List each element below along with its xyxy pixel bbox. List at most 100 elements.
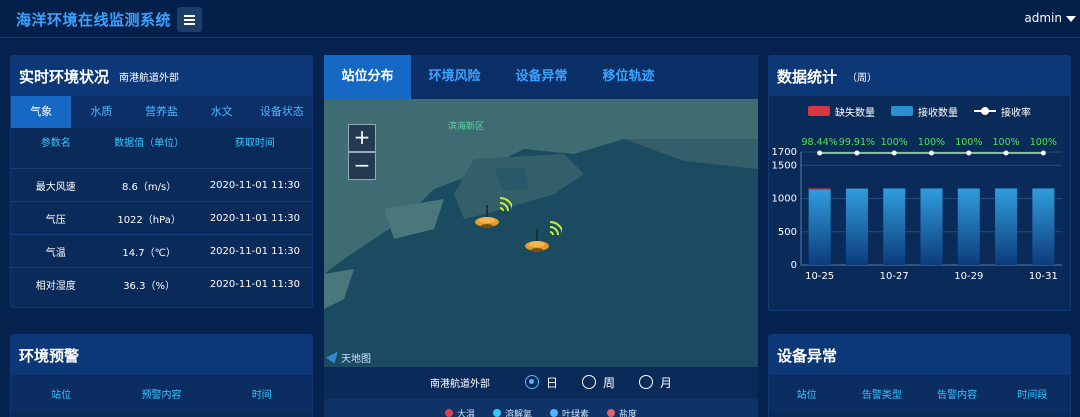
y-tick-label: 1500 xyxy=(772,160,797,171)
tab-2[interactable]: 营养盐 xyxy=(131,96,191,128)
legend-label: 溶解氧 xyxy=(504,409,532,417)
tab-0[interactable]: 气象 xyxy=(11,96,72,128)
tab-0[interactable]: 站位分布 xyxy=(324,55,411,99)
hamburger-icon-line xyxy=(184,15,195,17)
panel-header: 环境预警 xyxy=(11,335,312,375)
bar-missing xyxy=(808,188,831,190)
radio-icon xyxy=(525,375,539,389)
param-value: 14.7（℃） xyxy=(122,247,176,259)
data-stats-panel: 数据统计 （周） 缺失数量 接收数量 接收率 0 500 1000 1500 1700 9… xyxy=(768,55,1071,311)
radio-icon xyxy=(582,375,597,389)
station-name: 南港航道外部 xyxy=(119,72,180,84)
scroll-gap xyxy=(11,154,312,168)
zoom-in-button[interactable]: + xyxy=(348,124,376,152)
legend-label: 叶绿素 xyxy=(562,409,590,417)
env-tabs: 气象 水质 营养盐 水文 设备状态 xyxy=(11,96,312,128)
param-time: 2020-11-01 11:30 xyxy=(209,245,300,257)
time-range-option[interactable]: 日 xyxy=(525,374,558,391)
bar-received xyxy=(995,188,1018,265)
app-title: 海洋环境在线监测系统 xyxy=(16,11,172,29)
legend-line-swatch xyxy=(974,106,996,116)
panel-subtitle: （周） xyxy=(847,72,878,84)
rate-point xyxy=(1040,150,1046,156)
legend-swatch xyxy=(891,106,913,116)
rate-data-label: 100% xyxy=(881,137,908,148)
rate-point xyxy=(1003,150,1009,156)
panel-header: 实时环境状况 南港航道外部 xyxy=(11,56,312,96)
station-name: 南港航道外部 xyxy=(430,378,490,390)
buoy-marker[interactable] xyxy=(522,219,562,259)
rate-data-label: 98.44% xyxy=(802,137,838,148)
top-bar: 海洋环境在线监测系统 admin xyxy=(0,0,1080,38)
legend-item[interactable]: 叶绿素 xyxy=(550,399,589,417)
tab-3[interactable]: 水文 xyxy=(192,96,252,128)
panel-title: 数据统计 xyxy=(777,67,838,86)
rate-point xyxy=(929,150,934,156)
legend-label: 缺失数量 xyxy=(835,107,875,119)
table-row: 气温 14.7（℃） 2020-11-01 11:30 xyxy=(11,234,312,267)
legend-label: 接收率 xyxy=(1001,107,1031,119)
y-tick-label: 1000 xyxy=(772,194,797,205)
x-tick-label: 10-25 xyxy=(805,271,834,282)
legend-item-received[interactable]: 接收数量 xyxy=(891,104,958,119)
param-value: 1022（hPa） xyxy=(117,214,181,226)
user-menu[interactable]: admin xyxy=(1024,11,1076,25)
hamburger-icon-line xyxy=(184,23,195,25)
panel-header: 设备异常 xyxy=(769,335,1070,375)
tab-3[interactable]: 移位轨迹 xyxy=(585,55,672,99)
realtime-env-panel: 实时环境状况 南港航道外部 气象 水质 营养盐 水文 设备状态 参数名 数据值（单位） … xyxy=(10,55,313,308)
param-name: 气压 xyxy=(45,214,66,226)
panel-title: 环境预警 xyxy=(19,346,80,365)
map-provider-name: 天地图 xyxy=(341,354,371,365)
tab-1[interactable]: 环境风险 xyxy=(411,55,498,99)
legend-dot xyxy=(492,409,501,417)
env-table-body: 最大风速 8.6（m/s） 2020-11-01 11:30 气压 1022（hPa） 2… xyxy=(11,168,312,300)
rate-point xyxy=(854,150,860,156)
table-header: 站位 告警类型 告警内容 时间段 xyxy=(769,375,1070,411)
bar-received xyxy=(845,188,868,265)
table-row: 最大风速 8.6（m/s） 2020-11-01 11:30 xyxy=(11,168,312,201)
map-view[interactable]: 滨海新区 + − 天地图 xyxy=(324,99,758,367)
legend-label: 接收数量 xyxy=(918,107,958,119)
time-range-option[interactable]: 月 xyxy=(639,374,672,391)
panel-header: 数据统计 （周） xyxy=(769,56,1070,96)
menu-toggle-button[interactable] xyxy=(177,7,202,32)
y-tick-label: 500 xyxy=(778,227,797,238)
column-header: 预警内容 xyxy=(141,389,182,401)
tab-2[interactable]: 设备异常 xyxy=(498,55,585,99)
param-time: 2020-11-01 11:30 xyxy=(209,278,300,290)
rate-point xyxy=(966,150,972,156)
radio-label: 日 xyxy=(546,375,559,390)
time-range-option[interactable]: 周 xyxy=(582,374,615,391)
legend-item[interactable]: 盐度 xyxy=(607,399,637,417)
column-header: 数据值（单位） xyxy=(114,137,185,149)
legend-item-missing[interactable]: 缺失数量 xyxy=(808,104,875,119)
env-warning-panel: 环境预警 站位 预警内容 时间 xyxy=(10,334,313,417)
zoom-out-button[interactable]: − xyxy=(348,152,376,180)
tianditu-icon xyxy=(326,351,338,364)
radio-icon xyxy=(639,375,654,389)
legend-item-rate[interactable]: 接收率 xyxy=(974,104,1031,119)
tab-1[interactable]: 水质 xyxy=(71,96,131,128)
map-legend: 大温 溶解氧 叶绿素 盐度 xyxy=(324,399,758,417)
legend-label: 盐度 xyxy=(619,409,638,417)
param-name: 最大风速 xyxy=(35,181,76,193)
map-place-label: 滨海新区 xyxy=(448,122,485,132)
y-tick-label: 1700 xyxy=(772,147,797,158)
rate-data-label: 100% xyxy=(918,137,945,148)
legend-item[interactable]: 大温 xyxy=(444,399,475,417)
table-header: 站位 预警内容 时间 xyxy=(11,375,312,411)
rate-data-label: 99.91% xyxy=(839,137,875,148)
rate-data-label: 100% xyxy=(1030,137,1057,148)
table-row: 相对湿度 36.3（%） 2020-11-01 11:30 xyxy=(11,267,312,300)
column-header: 站位 xyxy=(51,389,72,401)
column-header: 时间 xyxy=(251,389,272,401)
legend-item[interactable]: 溶解氧 xyxy=(492,399,532,417)
time-range-controls: 南港航道外部 日 周 月 xyxy=(324,367,758,397)
tab-4[interactable]: 设备状态 xyxy=(252,96,312,128)
time-range-radio-group: 日周月 xyxy=(525,374,696,391)
column-header: 参数名 xyxy=(40,137,71,149)
buoy-marker[interactable] xyxy=(472,195,512,235)
table-row: 气压 1022（hPa） 2020-11-01 11:30 xyxy=(11,201,312,234)
stats-bar-chart: 0 500 1000 1500 1700 98.44% 99.91% 100% 100% 100%… xyxy=(772,137,1062,282)
